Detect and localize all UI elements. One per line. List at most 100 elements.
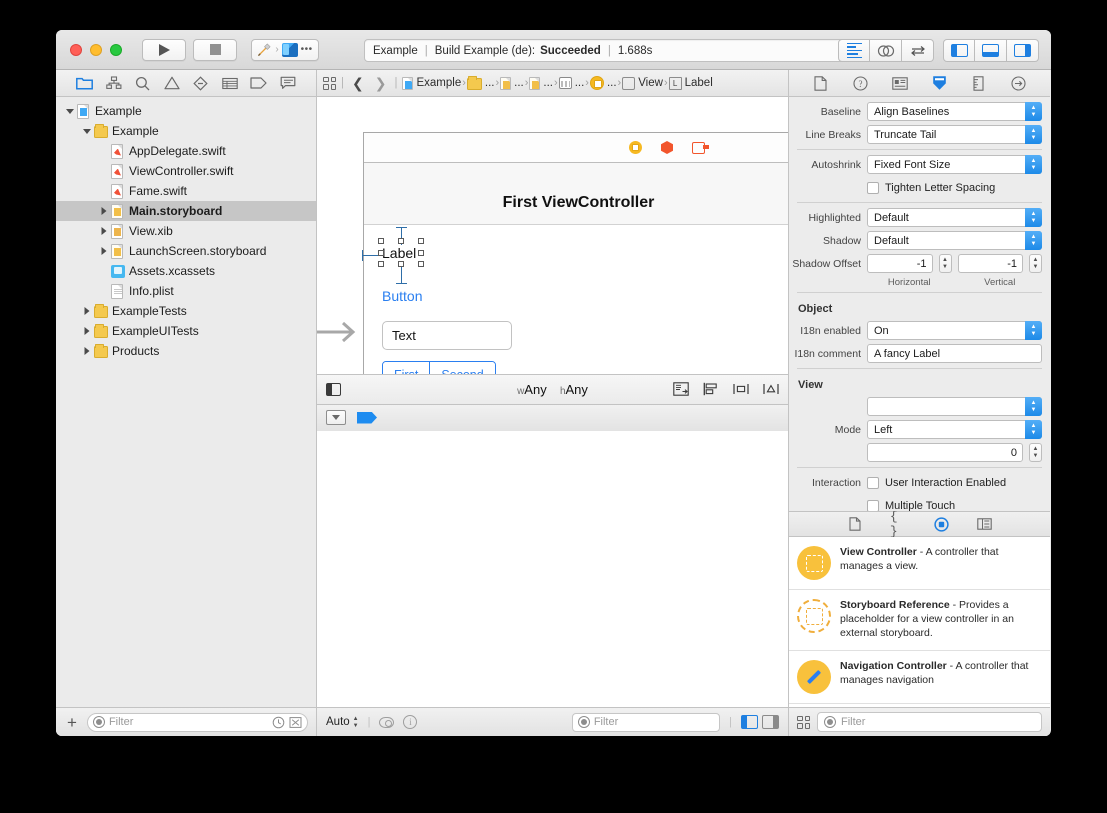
navigator-row[interactable]: Example [56,101,316,121]
disclosure-triangle[interactable] [98,206,109,217]
navigator-row[interactable]: Info.plist [56,281,316,301]
resolve-issues-icon[interactable] [763,382,779,396]
library-tab-file-template[interactable] [847,517,863,532]
navigator-row[interactable]: ExampleTests [56,301,316,321]
sidebar-tab-debug[interactable] [221,75,239,91]
minimize-button[interactable] [90,43,102,56]
toggle-debug-area-button[interactable] [975,39,1007,62]
canvas-text-field[interactable]: Text [382,321,512,350]
view-popup-1-stepper-icon[interactable]: ▲ ▼ [1025,397,1042,416]
library-item[interactable]: Navigation Controller - A controller tha… [789,651,1050,704]
tighten-letter-spacing-checkbox[interactable] [867,181,879,194]
navigator-row[interactable]: View.xib [56,221,316,241]
autoshrink-stepper-icon[interactable]: ▲ ▼ [1025,155,1042,174]
standard-editor-button[interactable] [838,39,870,62]
shadow-popup[interactable]: Default ▲ ▼ [867,231,1042,250]
breakpoint-toggle-button[interactable] [357,411,377,424]
navigator-row[interactable]: Products [56,341,316,361]
navigator-row[interactable]: Main.storyboard [56,201,316,221]
resize-handle-mr[interactable] [418,250,424,256]
resize-handle-ml[interactable] [378,250,384,256]
breadcrumb-item[interactable]: View [622,76,663,90]
breadcrumb-item[interactable]: ... [466,75,494,90]
recent-clock-icon[interactable] [272,716,285,729]
inspector-tab-quick-help[interactable]: ? [852,75,869,91]
shadow-offset-vertical-field[interactable]: -1 [957,254,1023,273]
add-file-button[interactable]: + [64,714,80,731]
mode-stepper-icon[interactable]: ▲ ▼ [1025,420,1042,439]
zoom-button[interactable] [110,43,122,56]
breadcrumb-item[interactable]: ... [589,76,617,90]
breadcrumb-item[interactable]: ... [558,77,584,89]
tag-stepper[interactable]: ▲ ▼ [1029,443,1042,462]
sidebar-tab-issue[interactable] [163,75,181,91]
breadcrumb[interactable]: Example ›... ›... ›... ›... ›... › View › L Label [402,75,713,90]
disclosure-triangle[interactable] [98,226,109,237]
breadcrumb-item[interactable]: L Label [668,76,713,90]
show-console-button[interactable] [762,715,779,729]
navigator-row[interactable]: Fame.swift [56,181,316,201]
view-popup-1[interactable]: ▲ ▼ [867,397,1042,416]
toggle-navigator-button[interactable] [943,39,975,62]
sidebar-tab-breakpoint[interactable] [250,75,268,91]
library-tab-media[interactable] [976,517,992,532]
resize-handle-bc[interactable] [398,261,404,267]
back-button[interactable]: ❮ [349,75,367,92]
show-debug-area-button[interactable] [741,715,758,729]
view-controller-scene[interactable]: First ViewController Label Button Text [362,132,788,374]
line-breaks-stepper-icon[interactable]: ▲ ▼ [1025,125,1042,144]
i18n-enabled-stepper-icon[interactable]: ▲ ▼ [1025,321,1042,340]
baseline-stepper-icon[interactable]: ▲ ▼ [1025,102,1042,121]
i18n-enabled-popup[interactable]: On ▲ ▼ [867,321,1042,340]
segment-second[interactable]: Second [429,362,495,374]
first-responder-dock-icon[interactable] [661,141,673,154]
sidebar-tab-test[interactable] [192,75,210,91]
line-breaks-popup[interactable]: Truncate Tail ▲ ▼ [867,125,1042,144]
library-view-toggle-icon[interactable] [797,715,810,729]
library-tab-object[interactable] [933,516,949,532]
filter-clear-icon[interactable] [289,716,302,729]
close-button[interactable] [70,43,82,56]
update-frames-icon[interactable] [673,382,689,396]
disclosure-triangle[interactable] [64,106,75,117]
forward-button[interactable]: ❯ [372,75,390,92]
i18n-comment-input[interactable]: A fancy Label [867,344,1042,363]
resize-handle-tl[interactable] [378,238,384,244]
breadcrumb-item[interactable]: ... [529,76,553,90]
auto-layout-version-popup[interactable]: Auto ▲ ▼ [326,716,359,729]
inspector-tab-attributes[interactable] [931,75,948,91]
library-tab-code-snippet[interactable]: { } [890,509,906,539]
sidebar-tab-source-control[interactable] [105,75,123,91]
align-icon[interactable] [703,382,719,396]
object-library-list[interactable]: View Controller - A controller that mana… [789,537,1050,707]
attributes-inspector-content[interactable]: Baseline Align Baselines ▲ ▼ Line Breaks … [789,97,1050,511]
shadow-offset-vertical-stepper[interactable]: ▲ ▼ [1029,254,1042,273]
resize-handle-tr[interactable] [418,238,424,244]
eye-icon[interactable] [379,716,395,728]
disclosure-triangle[interactable] [81,326,92,337]
pin-icon[interactable] [733,382,749,396]
navigator-row[interactable]: Assets.xcassets [56,261,316,281]
info-icon[interactable]: i [403,715,418,729]
library-item[interactable]: Storyboard Reference - Provides a placeh… [789,590,1050,651]
resize-handle-br[interactable] [418,261,424,267]
baseline-popup[interactable]: Align Baselines ▲ ▼ [867,102,1042,121]
disclosure-triangle[interactable] [81,126,92,137]
selected-label[interactable]: Label [362,227,424,284]
multiple-touch-checkbox[interactable] [867,499,879,511]
sidebar-tab-symbol[interactable] [134,75,152,91]
library-filter-field[interactable]: Filter [817,712,1042,732]
navigator-row[interactable]: LaunchScreen.storyboard [56,241,316,261]
shadow-stepper-icon[interactable]: ▲ ▼ [1025,231,1042,250]
version-editor-button[interactable] [902,39,934,62]
disclosure-triangle[interactable] [81,306,92,317]
navigator-row[interactable]: ExampleUITests [56,321,316,341]
canvas-segmented-control[interactable]: First Second [382,361,496,374]
inspector-tab-identity[interactable] [891,75,908,91]
sidebar-tab-project[interactable] [76,75,94,91]
debug-view-toggle-button[interactable] [326,410,346,425]
view-controller-dock-icon[interactable] [629,141,642,154]
highlighted-popup[interactable]: Default ▲ ▼ [867,208,1042,227]
breadcrumb-item[interactable]: ... [500,76,524,90]
navigator-filter-field[interactable]: Filter [86,712,308,732]
